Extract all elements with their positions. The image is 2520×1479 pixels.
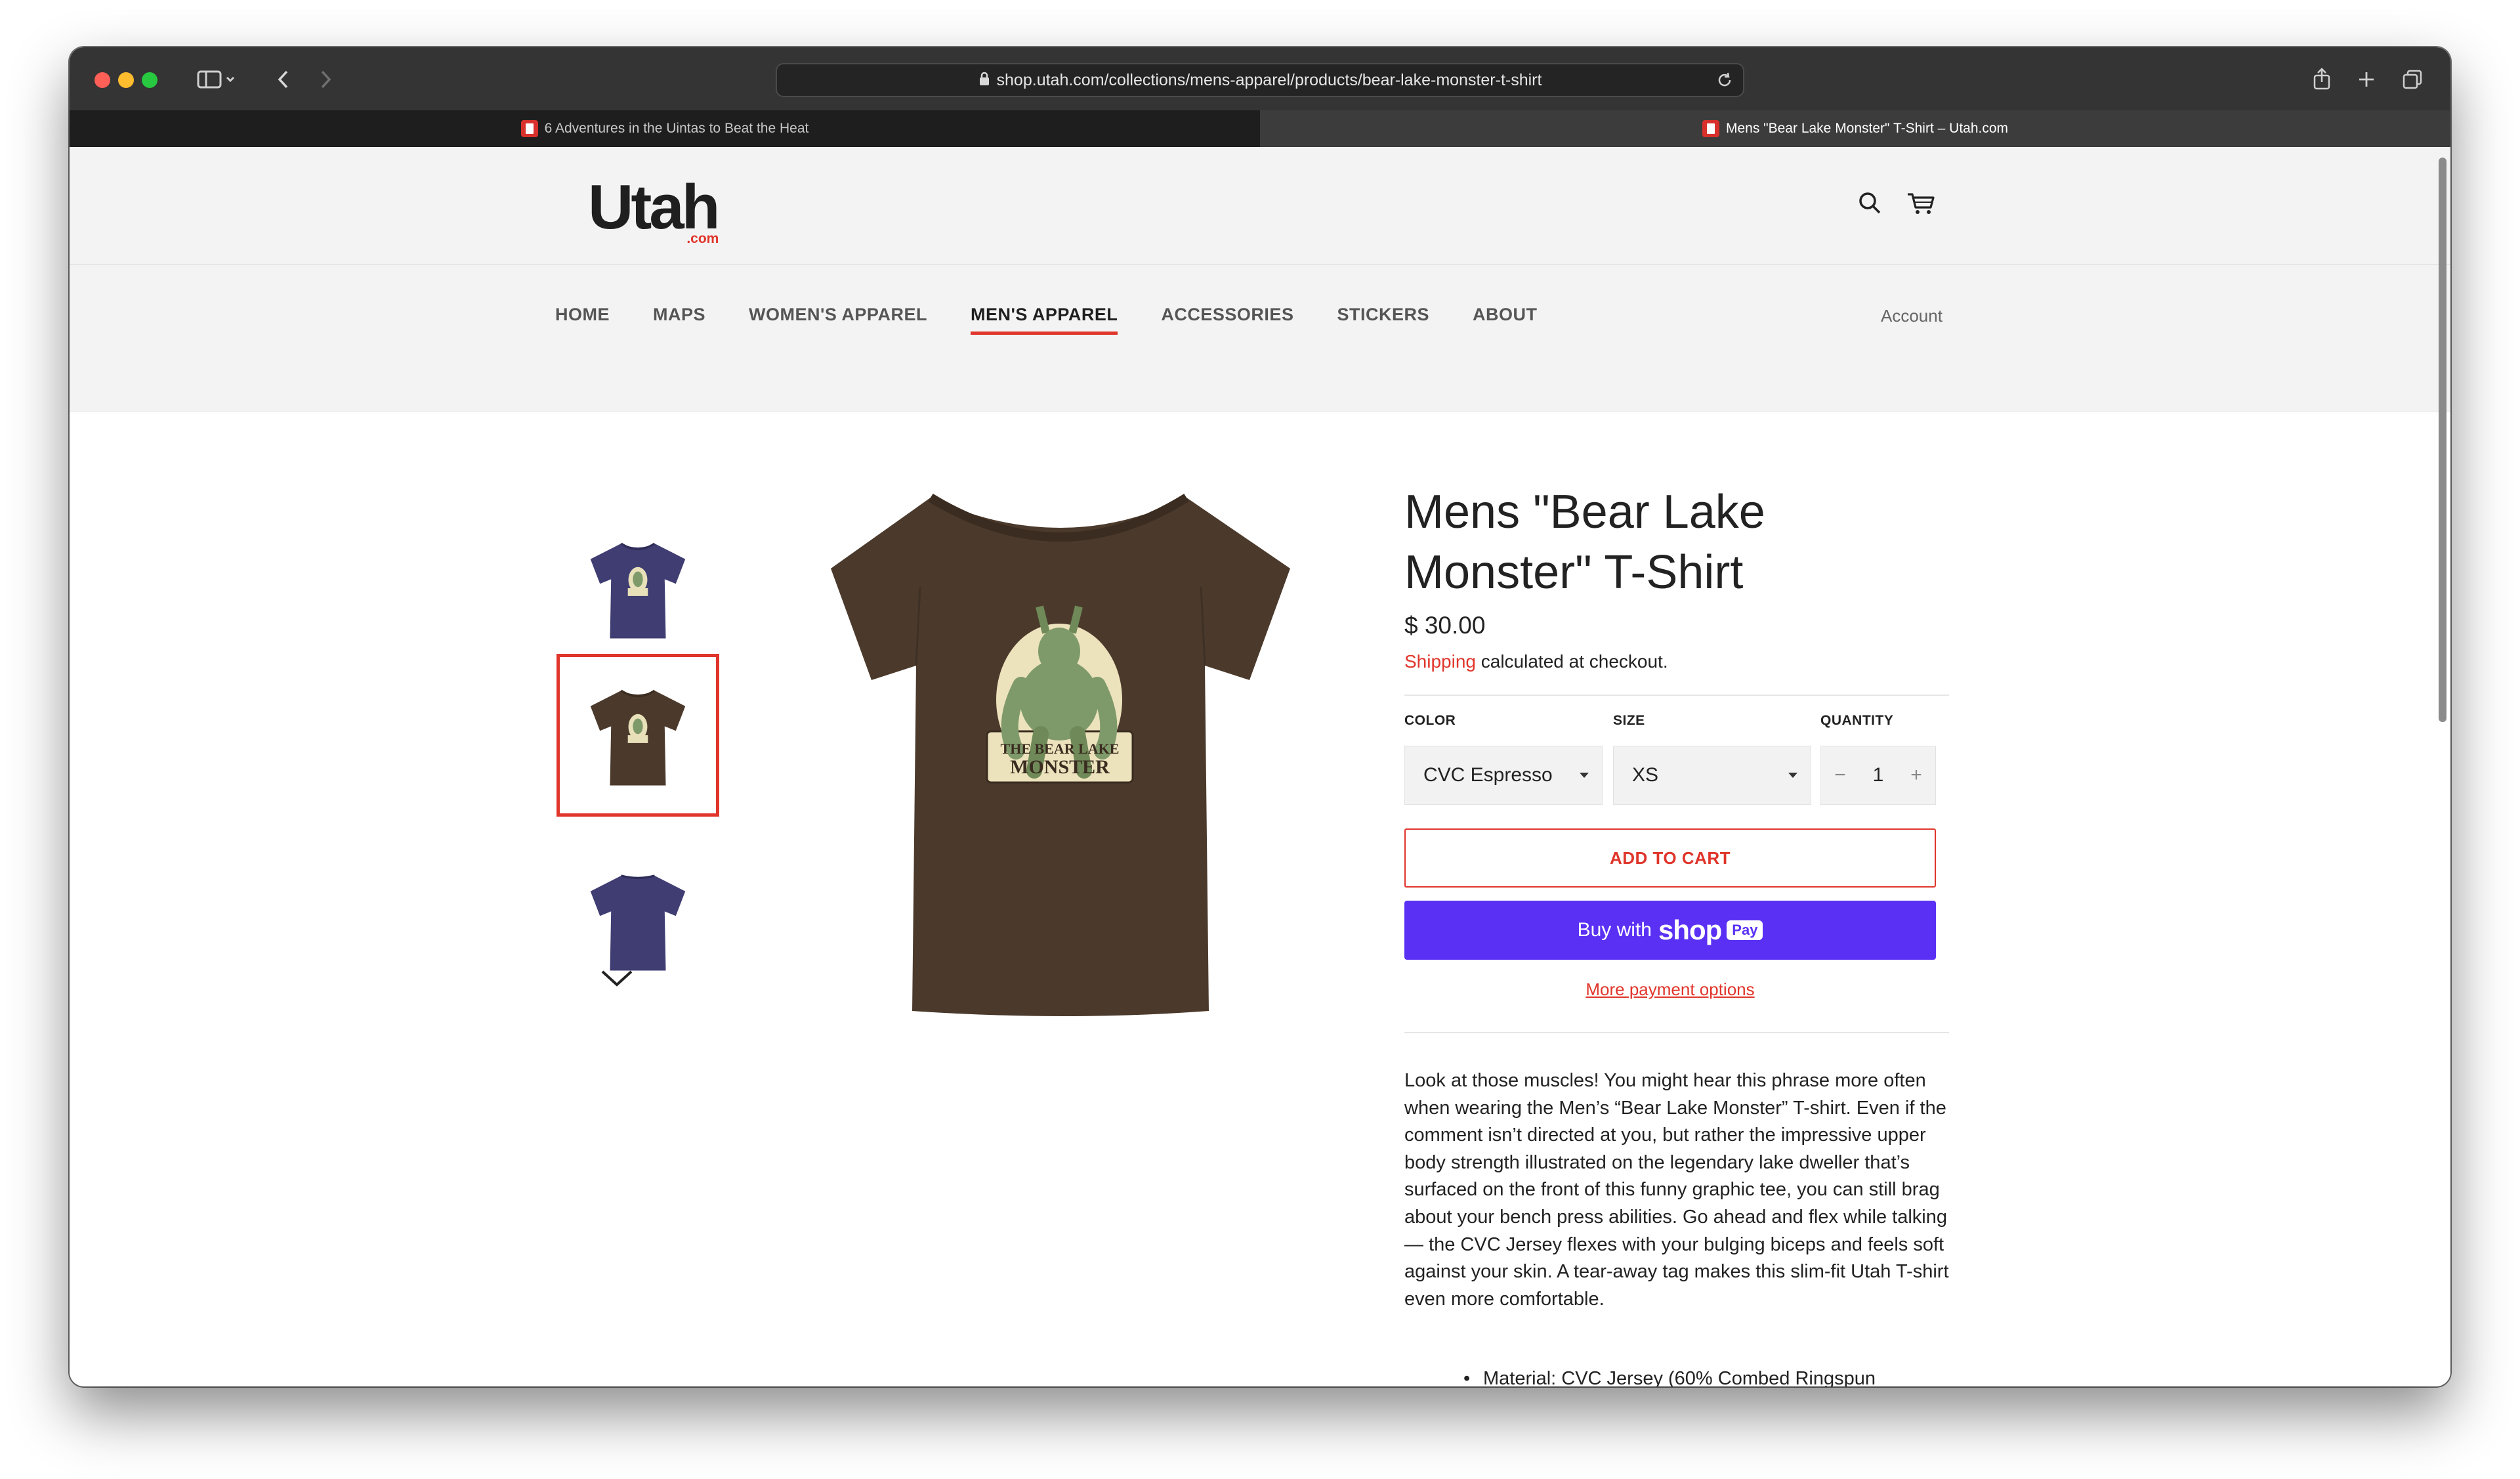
search-icon[interactable] bbox=[1857, 190, 1883, 220]
quantity-stepper: − 1 + bbox=[1820, 746, 1936, 805]
thumbnail-navy-back[interactable] bbox=[556, 839, 719, 1002]
quantity-increase-button[interactable]: + bbox=[1906, 764, 1926, 786]
minimize-window-button[interactable] bbox=[118, 72, 134, 88]
tab-overview-icon[interactable] bbox=[2399, 64, 2426, 95]
browser-titlebar: shop.utah.com/collections/mens-apparel/p… bbox=[70, 47, 2450, 110]
color-select-value: CVC Espresso bbox=[1423, 764, 1553, 786]
caret-down-icon bbox=[1788, 773, 1797, 778]
new-tab-icon[interactable] bbox=[2353, 64, 2380, 95]
shipping-text: calculated at checkout. bbox=[1475, 651, 1668, 672]
buy-with-shop-pay-button[interactable]: Buy with shop Pay bbox=[1404, 901, 1936, 960]
tab-bar: 6 Adventures in the Uintas to Beat the H… bbox=[70, 110, 2450, 147]
zoom-window-button[interactable] bbox=[142, 72, 158, 88]
logo-subtext: .com bbox=[686, 231, 719, 246]
nav-home[interactable]: HOME bbox=[555, 305, 610, 335]
main-product-image[interactable]: THE BEAR LAKE MONSTER bbox=[759, 469, 1323, 1037]
product-feature-list: Material: CVC Jersey (60% Combed Ringspu… bbox=[1463, 1365, 1936, 1386]
tshirt-thumbnail-image bbox=[590, 689, 686, 786]
url-text: shop.utah.com/collections/mens-apparel/p… bbox=[996, 70, 1542, 89]
tab-uintas-article[interactable]: 6 Adventures in the Uintas to Beat the H… bbox=[70, 110, 1260, 147]
forward-icon[interactable] bbox=[312, 64, 339, 95]
back-icon[interactable] bbox=[270, 64, 297, 95]
main-nav: HOME MAPS WOMEN'S APPAREL MEN'S APPAREL … bbox=[555, 305, 1580, 335]
quantity-value[interactable]: 1 bbox=[1873, 764, 1884, 786]
shipping-link[interactable]: Shipping bbox=[1404, 651, 1476, 672]
nav-womens-apparel[interactable]: WOMEN'S APPAREL bbox=[749, 305, 927, 335]
divider bbox=[1404, 695, 1949, 696]
header-divider bbox=[70, 264, 2450, 265]
size-label: SIZE bbox=[1613, 713, 1645, 728]
chevron-down-icon[interactable] bbox=[600, 968, 634, 992]
web-page: Utah .com HOME MAPS WOMEN'S APPAREL MEN'… bbox=[70, 147, 2450, 1386]
tab-bear-lake-shirt[interactable]: Mens "Bear Lake Monster" T-Shirt – Utah.… bbox=[1260, 110, 2450, 147]
product-price: $ 30.00 bbox=[1404, 612, 1486, 639]
tshirt-thumbnail-image bbox=[590, 542, 686, 639]
thumbnail-navy-front[interactable] bbox=[556, 507, 719, 670]
product-title: Mens "Bear Lake Monster" T-Shirt bbox=[1404, 486, 1765, 599]
quantity-label: QUANTITY bbox=[1820, 713, 1894, 728]
share-icon[interactable] bbox=[2309, 64, 2335, 95]
reload-icon[interactable] bbox=[1715, 71, 1734, 93]
size-select-value: XS bbox=[1632, 764, 1659, 786]
close-window-button[interactable] bbox=[94, 72, 110, 88]
shipping-note: Shipping calculated at checkout. bbox=[1404, 651, 1668, 672]
shirt-graphic-text-1: THE BEAR LAKE bbox=[1001, 740, 1120, 757]
utah-favicon-icon bbox=[520, 120, 538, 137]
cart-icon[interactable] bbox=[1906, 190, 1936, 220]
quantity-decrease-button[interactable]: − bbox=[1830, 764, 1850, 786]
tab-label: Mens "Bear Lake Monster" T-Shirt – Utah.… bbox=[1725, 121, 2009, 136]
browser-window: shop.utah.com/collections/mens-apparel/p… bbox=[70, 47, 2450, 1386]
account-link[interactable]: Account bbox=[1881, 306, 1942, 326]
color-label: COLOR bbox=[1404, 713, 1456, 728]
nav-stickers[interactable]: STICKERS bbox=[1337, 305, 1429, 335]
buy-with-text: Buy with bbox=[1577, 919, 1652, 941]
thumbnail-espresso-front[interactable] bbox=[556, 654, 719, 817]
page-scrollbar[interactable] bbox=[2439, 158, 2446, 722]
site-header: Utah .com HOME MAPS WOMEN'S APPAREL MEN'… bbox=[70, 147, 2450, 412]
utah-logo[interactable]: Utah .com bbox=[588, 172, 720, 247]
logo-text: Utah bbox=[588, 172, 720, 242]
lock-icon bbox=[978, 71, 990, 90]
sidebar-toggle-icon[interactable] bbox=[190, 64, 243, 95]
header-icons bbox=[1857, 190, 1936, 220]
utah-favicon-icon bbox=[1702, 120, 1719, 137]
tshirt-thumbnail-image bbox=[590, 874, 686, 971]
nav-about[interactable]: ABOUT bbox=[1473, 305, 1538, 335]
divider bbox=[1404, 1032, 1949, 1033]
more-payment-options-link[interactable]: More payment options bbox=[1404, 979, 1936, 1000]
product-description: Look at those muscles! You might hear th… bbox=[1404, 1070, 1949, 1310]
shop-logo: shop bbox=[1658, 914, 1722, 945]
caret-down-icon bbox=[1580, 773, 1589, 778]
size-select[interactable]: XS bbox=[1613, 746, 1811, 805]
nav-mens-apparel[interactable]: MEN'S APPAREL bbox=[970, 305, 1118, 335]
shirt-graphic-text-2: MONSTER bbox=[1010, 756, 1110, 778]
color-select[interactable]: CVC Espresso bbox=[1404, 746, 1603, 805]
tab-label: 6 Adventures in the Uintas to Beat the H… bbox=[544, 121, 809, 136]
address-bar[interactable]: shop.utah.com/collections/mens-apparel/p… bbox=[776, 63, 1744, 97]
nav-maps[interactable]: MAPS bbox=[653, 305, 705, 335]
pay-badge: Pay bbox=[1727, 920, 1763, 940]
nav-accessories[interactable]: ACCESSORIES bbox=[1161, 305, 1293, 335]
add-to-cart-button[interactable]: ADD TO CART bbox=[1404, 828, 1936, 888]
list-item: Material: CVC Jersey (60% Combed Ringspu… bbox=[1463, 1365, 1936, 1386]
